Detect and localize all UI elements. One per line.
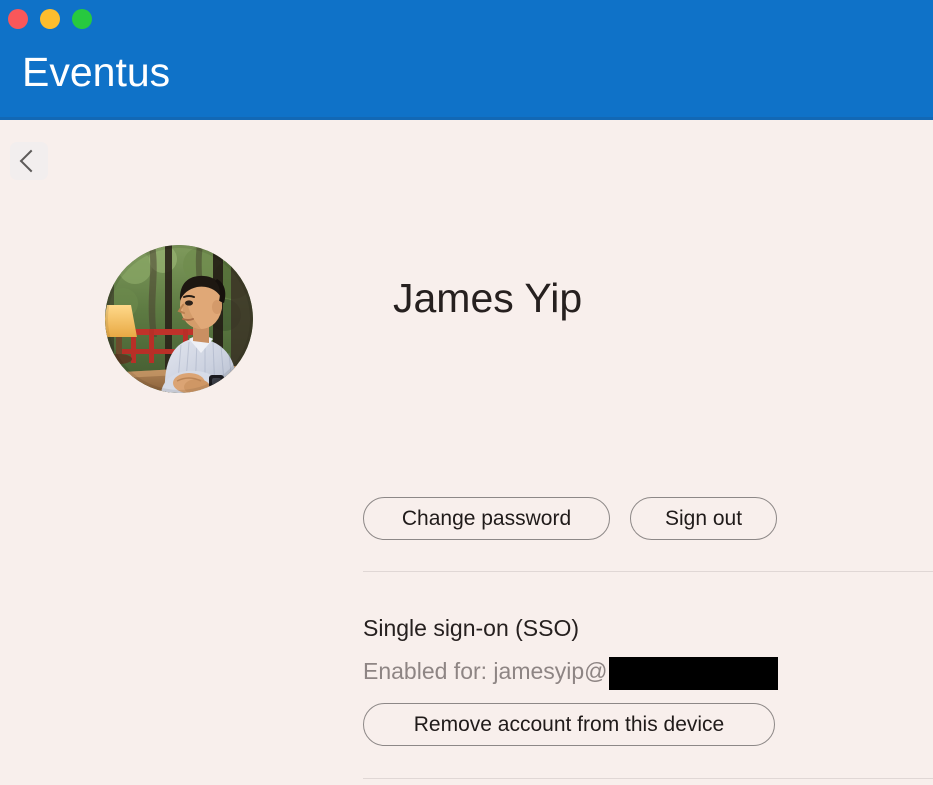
app-title: Eventus	[22, 49, 171, 95]
title-bar: Eventus	[0, 0, 933, 120]
content-area: James Yip Change password Sign out Singl…	[0, 120, 933, 785]
page-title: James Yip	[393, 275, 583, 321]
section-divider-bottom	[363, 778, 933, 779]
remove-account-button[interactable]: Remove account from this device	[363, 703, 775, 746]
section-divider-top	[363, 571, 933, 572]
app-window: Eventus James Yip Change password Sign o…	[0, 0, 933, 785]
sso-enabled-for: Enabled for: jamesyip@	[363, 655, 778, 690]
minimize-window-button[interactable]	[40, 9, 60, 29]
change-password-button[interactable]: Change password	[363, 497, 610, 540]
avatar	[105, 245, 253, 393]
maximize-window-button[interactable]	[72, 9, 92, 29]
sso-enabled-for-text: Enabled for: jamesyip@	[363, 658, 608, 684]
close-window-button[interactable]	[8, 9, 28, 29]
redacted-domain	[608, 657, 778, 690]
back-button[interactable]	[10, 142, 48, 180]
chevron-left-icon	[19, 149, 43, 173]
window-controls	[8, 9, 92, 29]
sign-out-button[interactable]: Sign out	[630, 497, 777, 540]
sso-section-title: Single sign-on (SSO)	[363, 615, 580, 641]
